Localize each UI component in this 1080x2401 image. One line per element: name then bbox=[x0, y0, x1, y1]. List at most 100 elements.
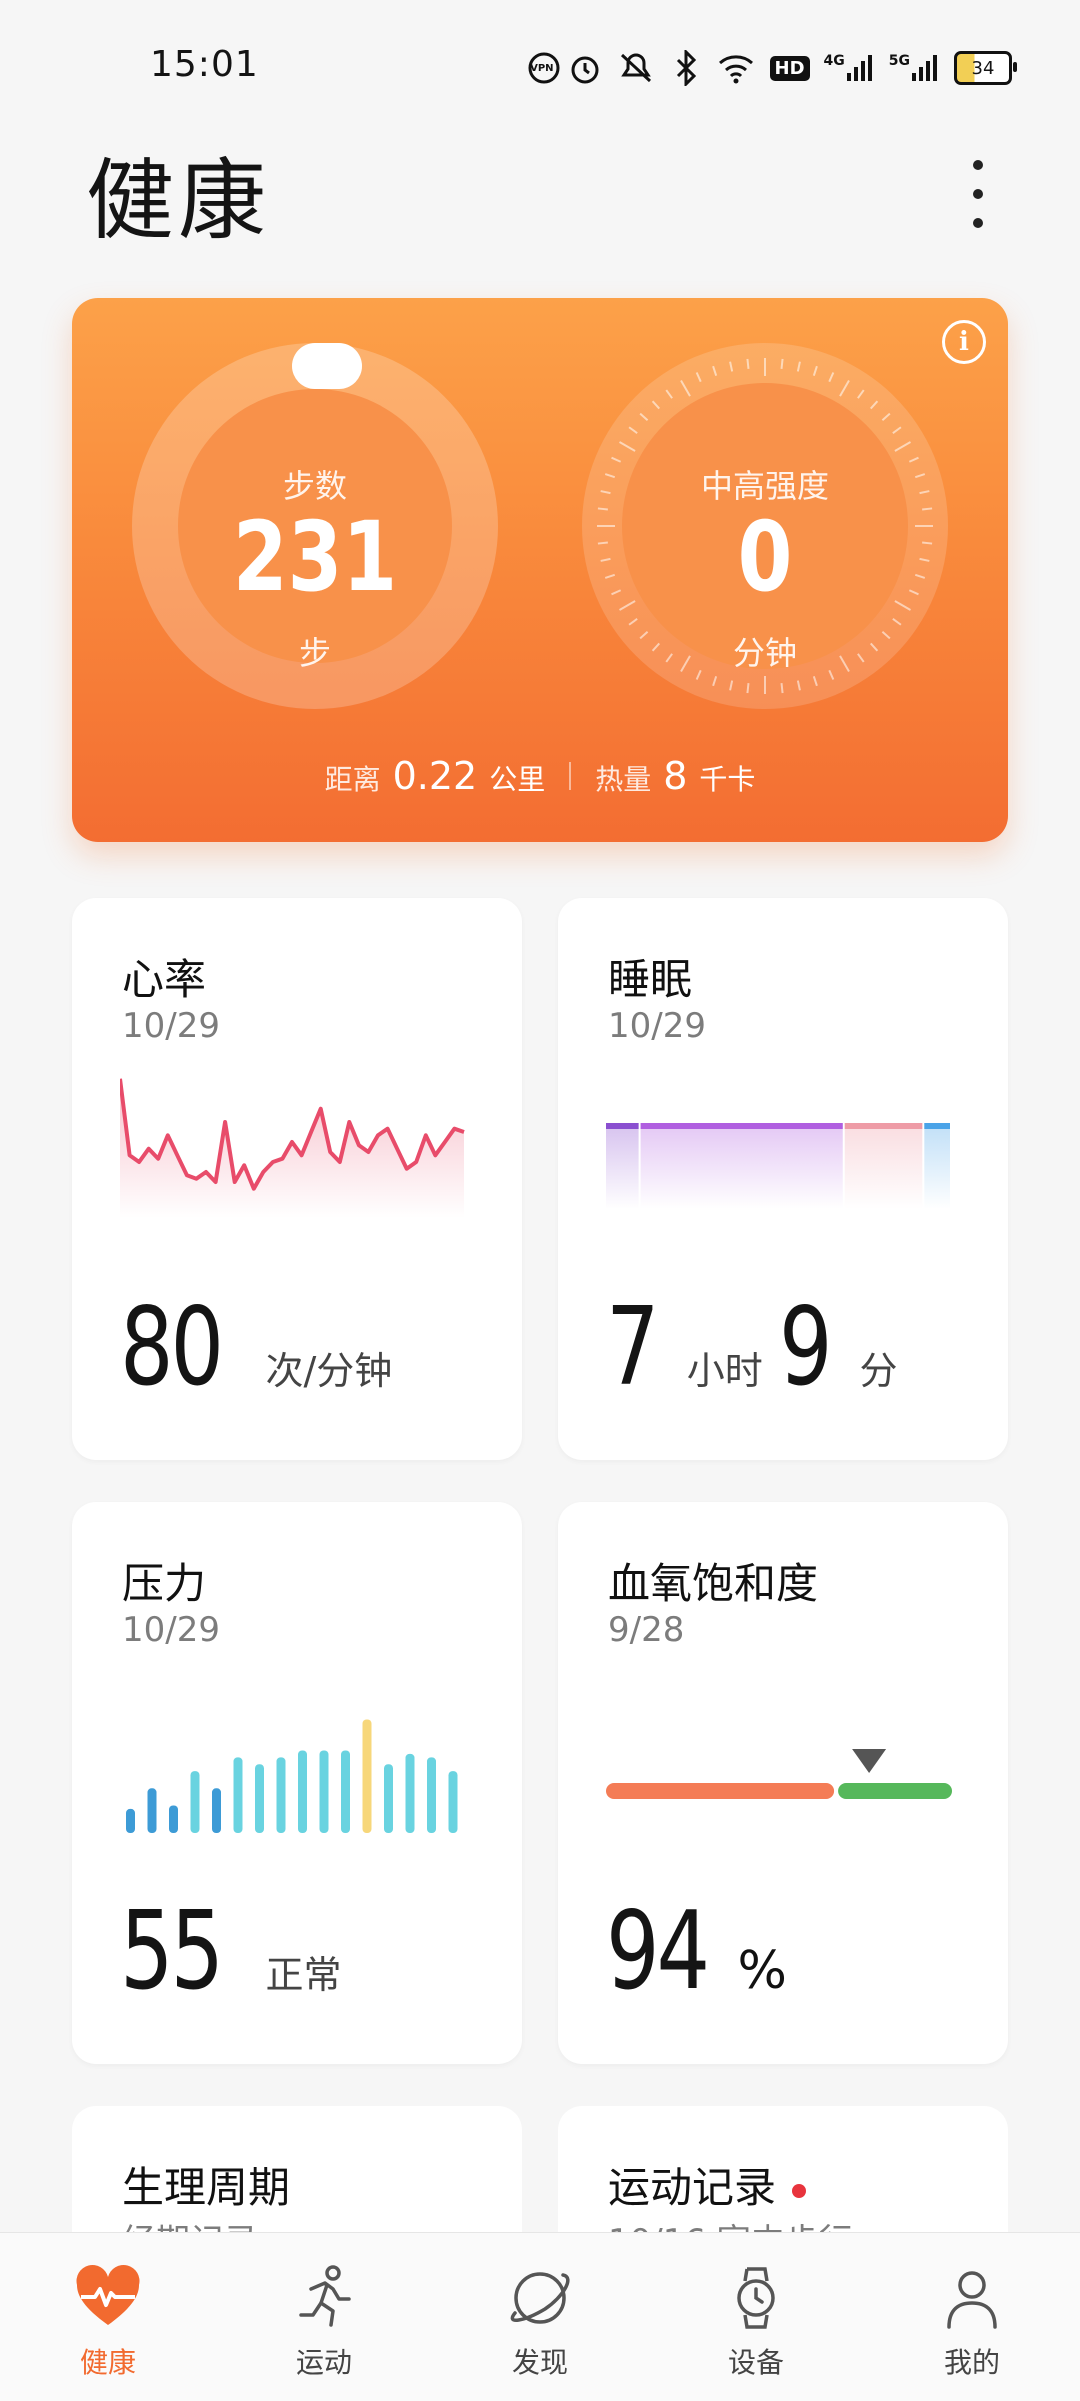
spo2-marker bbox=[852, 1749, 887, 1773]
nav-item-health[interactable]: 健康 bbox=[0, 2233, 216, 2401]
intensity-tick bbox=[746, 683, 750, 694]
intensity-tick bbox=[665, 389, 673, 399]
5g-signal-icon: 5G bbox=[889, 53, 940, 83]
nav-item-devices[interactable]: 设备 bbox=[648, 2233, 864, 2401]
summary-divider bbox=[569, 762, 572, 790]
intensity-tick bbox=[922, 541, 933, 545]
intensity-unit: 分钟 bbox=[732, 634, 797, 672]
more-menu-button[interactable] bbox=[968, 160, 988, 228]
planet-icon bbox=[510, 2272, 570, 2324]
more-dot-icon bbox=[973, 189, 983, 199]
distance-unit: 公里 bbox=[489, 763, 546, 796]
intensity-tick bbox=[881, 412, 891, 422]
heart-rate-area bbox=[120, 1078, 464, 1218]
sleep-minutes: 9 bbox=[778, 1285, 833, 1410]
stress-bar bbox=[319, 1750, 329, 1833]
intensity-tick bbox=[894, 441, 911, 452]
intensity-tick bbox=[597, 507, 608, 511]
sleep-stage-fill bbox=[640, 1123, 843, 1209]
stress-status: 正常 bbox=[265, 1953, 342, 1997]
stress-value: 55 bbox=[120, 1889, 224, 2014]
intensity-tick bbox=[922, 507, 933, 511]
intensity-tick bbox=[780, 683, 784, 694]
heart-rate-reading: 80 次/分钟 bbox=[120, 1285, 392, 1410]
mute-icon bbox=[616, 51, 656, 85]
heart-rate-chart bbox=[120, 1078, 465, 1218]
vpn-icon: VPN bbox=[526, 50, 560, 86]
sleep-stage-fill bbox=[844, 1123, 923, 1209]
sleep-date: 10/29 bbox=[608, 1006, 706, 1046]
blood-oxygen-unit: % bbox=[737, 1941, 787, 2001]
steps-ring[interactable]: 步数 231 步 bbox=[132, 343, 498, 709]
more-dot-icon bbox=[973, 218, 983, 228]
calories-label: 热量 bbox=[595, 763, 652, 796]
stress-bar bbox=[448, 1771, 458, 1833]
intensity-tick bbox=[780, 358, 784, 369]
intensity-tick bbox=[746, 358, 750, 369]
new-badge-dot bbox=[792, 2183, 807, 2198]
spo2-normal-range bbox=[838, 1783, 952, 1799]
heart-rate-date: 10/29 bbox=[122, 1006, 220, 1046]
nav-item-me[interactable]: 我的 bbox=[864, 2233, 1080, 2401]
stress-bar bbox=[212, 1788, 221, 1833]
sleep-stage-bar bbox=[844, 1123, 923, 1129]
hd-icon: HD bbox=[769, 55, 810, 81]
intensity-tick bbox=[597, 541, 608, 545]
spo2-low-range bbox=[606, 1783, 835, 1799]
intensity-tick bbox=[892, 618, 902, 626]
wifi-icon bbox=[716, 51, 756, 85]
blood-oxygen-gauge bbox=[606, 1749, 952, 1799]
sleep-chart bbox=[606, 1123, 950, 1209]
nav-label-discover: 发现 bbox=[511, 2346, 568, 2379]
blood-oxygen-date: 9/28 bbox=[608, 1610, 685, 1650]
activity-card[interactable]: i 步数 231 步 中高强度 0 分钟 距离 0.22 公里 热量 8 千卡 bbox=[72, 298, 1008, 842]
stress-bar bbox=[341, 1750, 350, 1833]
heart-pulse-icon bbox=[76, 2264, 140, 2325]
intensity-tick bbox=[600, 557, 611, 562]
steps-unit: 步 bbox=[298, 634, 331, 672]
sleep-card[interactable]: 睡眠 10/29 7 小时 9 分 bbox=[558, 898, 1008, 1460]
intensity-tick bbox=[729, 680, 734, 691]
workout-record-title-row: 运动记录 bbox=[608, 2154, 807, 2215]
blood-oxygen-card[interactable]: 血氧饱和度 9/28 94 % bbox=[558, 1502, 1008, 2064]
intensity-tick bbox=[812, 365, 818, 377]
intensity-tick bbox=[628, 618, 638, 626]
nav-label-me: 我的 bbox=[943, 2346, 1000, 2379]
intensity-ring[interactable]: 中高强度 0 分钟 bbox=[582, 343, 948, 709]
intensity-tick bbox=[828, 372, 835, 383]
intensity-tick bbox=[914, 573, 926, 579]
heart-rate-card[interactable]: 心率 10/29 80 次/分钟 bbox=[72, 898, 522, 1460]
4g-signal-icon: 4G bbox=[824, 53, 875, 83]
status-icons: VPN HD 4G 5G 34 bbox=[526, 50, 1017, 86]
intensity-tick bbox=[639, 412, 649, 422]
intensity-tick bbox=[729, 361, 734, 372]
intensity-tick bbox=[712, 365, 718, 377]
intensity-tick bbox=[857, 389, 865, 399]
intensity-tick bbox=[680, 380, 691, 397]
stress-bar bbox=[126, 1808, 135, 1833]
stress-bar bbox=[276, 1757, 286, 1833]
nav-label-health: 健康 bbox=[79, 2346, 136, 2379]
calories-unit: 千卡 bbox=[699, 763, 756, 796]
intensity-tick bbox=[695, 372, 702, 383]
distance-value: 0.22 bbox=[392, 754, 478, 798]
status-time: 15:01 bbox=[150, 44, 259, 85]
nav-item-exercise[interactable]: 运动 bbox=[216, 2233, 432, 2401]
stress-date: 10/29 bbox=[122, 1610, 220, 1650]
intensity-value: 0 bbox=[737, 501, 793, 613]
stress-card[interactable]: 压力 10/29 55 正常 bbox=[72, 1502, 522, 2064]
bottom-nav: 健康 运动 发现 设备 我的 bbox=[0, 2232, 1080, 2401]
intensity-tick bbox=[919, 557, 930, 562]
nav-item-discover[interactable]: 发现 bbox=[432, 2233, 648, 2401]
stress-bar bbox=[255, 1764, 264, 1833]
intensity-tick bbox=[839, 380, 850, 397]
stress-bar bbox=[427, 1757, 436, 1833]
calories-value: 8 bbox=[663, 754, 688, 798]
bluetooth-icon bbox=[670, 50, 702, 86]
blood-oxygen-title: 血氧饱和度 bbox=[608, 1559, 819, 1608]
blood-oxygen-reading: 94 % bbox=[606, 1889, 787, 2014]
info-icon[interactable]: i bbox=[942, 320, 986, 364]
intensity-tick bbox=[812, 675, 818, 687]
intensity-tick bbox=[796, 680, 801, 691]
status-bar: 15:01 VPN HD 4G 5G 34 bbox=[0, 0, 1080, 130]
